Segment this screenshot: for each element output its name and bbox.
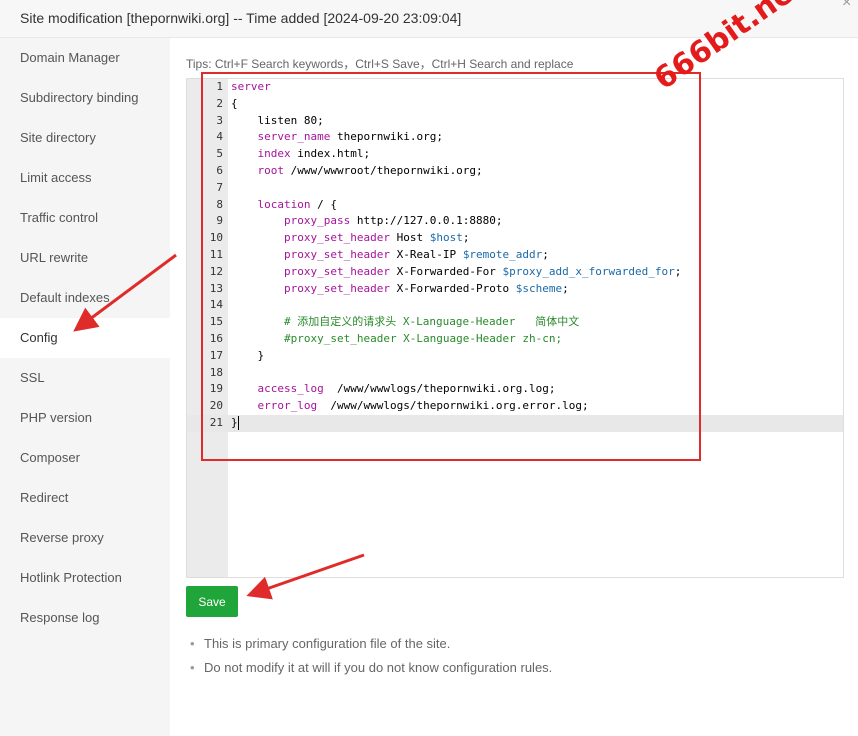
code-text: proxy_pass http://127.0.0.1:8880;	[283, 214, 503, 228]
code-text: # 添加自定义的请求头 X-Language-Header 简体中文	[231, 315, 580, 329]
sidebar-item-response-log[interactable]: Response log	[0, 598, 170, 638]
line-number: 21	[209, 415, 223, 429]
line-number: 4	[216, 130, 223, 144]
code-line[interactable]: 12 proxy_set_header X-Forwarded-For $pro…	[187, 264, 843, 281]
line-number: 15	[209, 315, 223, 329]
code-text: listen 80;	[231, 113, 324, 127]
sidebar-item-php-version[interactable]: PHP version	[0, 398, 170, 438]
line-number: 13	[209, 281, 223, 295]
text-cursor	[237, 415, 239, 430]
code-text: #proxy_set_header X-Language-Header zh-c…	[231, 331, 563, 345]
line-number: 5	[216, 147, 223, 161]
line-number: 8	[216, 197, 223, 211]
code-text: }	[231, 348, 265, 362]
sidebar-item-hotlink-protection[interactable]: Hotlink Protection	[0, 558, 170, 598]
code-line[interactable]: 19 access_log /www/wwwlogs/thepornwiki.o…	[187, 381, 843, 398]
line-number: 6	[216, 163, 223, 177]
close-icon[interactable]: ×	[842, 0, 851, 12]
line-number: 1	[216, 80, 223, 93]
code-line[interactable]: 2{	[187, 96, 843, 113]
sidebar-item-url-rewrite[interactable]: URL rewrite	[0, 238, 170, 278]
sidebar-item-composer[interactable]: Composer	[0, 438, 170, 478]
sidebar-item-reverse-proxy[interactable]: Reverse proxy	[0, 518, 170, 558]
save-button[interactable]: Save	[186, 586, 238, 617]
line-number: 2	[216, 96, 223, 110]
line-number: 10	[209, 231, 223, 245]
line-number: 3	[216, 113, 223, 127]
code-text: index index.html;	[257, 147, 371, 161]
code-line[interactable]: 4 server_name thepornwiki.org;	[187, 129, 843, 146]
code-line[interactable]: 21}	[187, 414, 843, 432]
sidebar: Domain Manager Subdirectory binding Site d…	[0, 38, 170, 736]
line-number: 18	[209, 365, 223, 379]
code-line[interactable]: 16 #proxy_set_header X-Language-Header z…	[187, 331, 843, 348]
code-text: proxy_set_header X-Forwarded-For $proxy_…	[283, 264, 682, 278]
code-text: location / {	[257, 197, 337, 211]
code-text: error_log /www/wwwlogs/thepornwiki.org.e…	[257, 399, 589, 413]
line-number: 20	[209, 399, 223, 413]
code-line[interactable]: 11 proxy_set_header X-Real-IP $remote_ad…	[187, 247, 843, 264]
line-number: 16	[209, 331, 223, 345]
code-line[interactable]: 18	[187, 365, 843, 382]
code-text: root /www/wwwroot/thepornwiki.org;	[257, 163, 483, 177]
sidebar-item-limit-access[interactable]: Limit access	[0, 158, 170, 198]
code-line[interactable]: 9 proxy_pass http://127.0.0.1:8880;	[187, 213, 843, 230]
code-line[interactable]: 3 listen 80;	[187, 113, 843, 130]
code-line[interactable]: 17 }	[187, 348, 843, 365]
line-number: 12	[209, 264, 223, 278]
sidebar-item-redirect[interactable]: Redirect	[0, 478, 170, 518]
line-number: 17	[209, 348, 223, 362]
code-text: access_log /www/wwwlogs/thepornwiki.org.…	[257, 382, 556, 396]
sidebar-item-site-directory[interactable]: Site directory	[0, 118, 170, 158]
code-text: {	[231, 96, 238, 110]
code-line[interactable]: 20 error_log /www/wwwlogs/thepornwiki.or…	[187, 398, 843, 415]
line-number: 9	[216, 214, 223, 228]
line-number: 19	[209, 382, 223, 396]
code-line[interactable]: 15 # 添加自定义的请求头 X-Language-Header 简体中文	[187, 314, 843, 331]
code-line[interactable]: 5 index index.html;	[187, 146, 843, 163]
code-line[interactable]: 14	[187, 297, 843, 314]
code-line[interactable]: 6 root /www/wwwroot/thepornwiki.org;	[187, 163, 843, 180]
sidebar-item-traffic-control[interactable]: Traffic control	[0, 198, 170, 238]
code-text: server_name thepornwiki.org;	[257, 130, 443, 144]
config-editor[interactable]: 1 server 2{3 listen 80; 4 server_name thepo…	[186, 78, 844, 578]
code-line[interactable]: 13 proxy_set_header X-Forwarded-Proto $s…	[187, 281, 843, 298]
code-text: proxy_set_header Host $host;	[283, 231, 470, 245]
line-number: 7	[216, 180, 223, 194]
editor-tips: Tips: Ctrl+F Search keywords，Ctrl+S Save…	[186, 57, 574, 71]
sidebar-item-config[interactable]: Config	[0, 318, 170, 358]
code-area[interactable]: 1 server 2{3 listen 80; 4 server_name thepo…	[187, 79, 843, 432]
sidebar-item-default-indexes[interactable]: Default indexes	[0, 278, 170, 318]
window-title: Site modification [thepornwiki.org] -- T…	[20, 10, 462, 26]
line-number: 14	[209, 298, 223, 312]
code-text: proxy_set_header X-Real-IP $remote_addr;	[283, 247, 549, 261]
code-line[interactable]: 1 server	[187, 79, 843, 96]
sidebar-item-domain-manager[interactable]: Domain Manager	[0, 38, 170, 78]
code-line[interactable]: 7	[187, 180, 843, 197]
line-number: 11	[209, 247, 223, 261]
code-text: proxy_set_header X-Forwarded-Proto $sche…	[283, 281, 569, 295]
code-text: server	[231, 80, 271, 93]
sidebar-item-ssl[interactable]: SSL	[0, 358, 170, 398]
help-notes: This is primary configuration file of th…	[190, 635, 552, 683]
sidebar-item-subdirectory-binding[interactable]: Subdirectory binding	[0, 78, 170, 118]
note-item: Do not modify it at will if you do not k…	[190, 659, 552, 683]
code-line[interactable]: 10 proxy_set_header Host $host;	[187, 230, 843, 247]
code-text: }	[231, 415, 239, 430]
note-item: This is primary configuration file of th…	[190, 635, 552, 659]
code-line[interactable]: 8 location / {	[187, 197, 843, 214]
